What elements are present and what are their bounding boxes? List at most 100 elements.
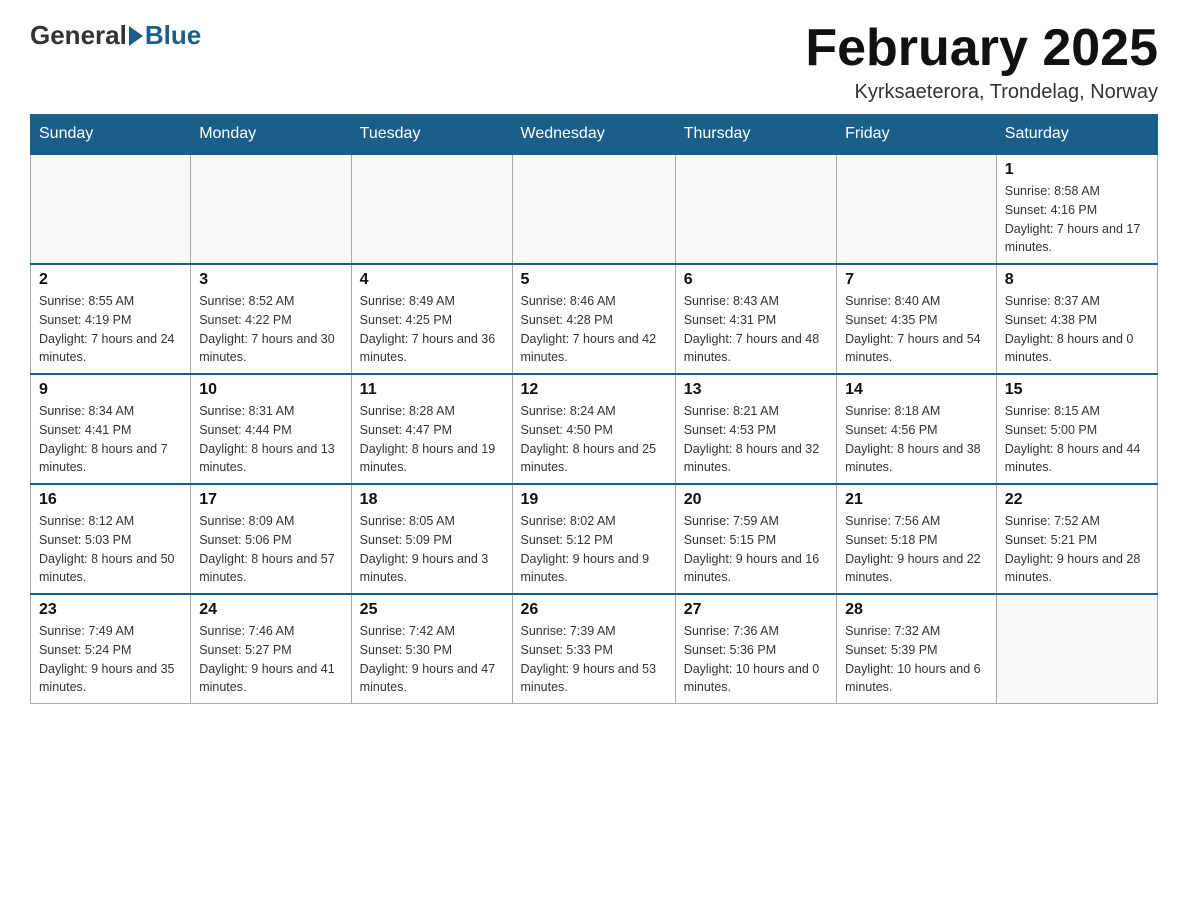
table-row: 21 Sunrise: 7:56 AMSunset: 5:18 PMDayligh…	[837, 484, 997, 594]
day-number: 2	[39, 271, 182, 289]
table-row: 23Sunrise: 7:49 AMSunset: 5:24 PMDayligh…	[31, 594, 191, 704]
day-number: 1	[1005, 161, 1149, 179]
calendar-header: Sunday Monday Tuesday Wednesday Thursday…	[31, 115, 1158, 155]
table-row: 17 Sunrise: 8:09 AMSunset: 5:06 PMDayligh…	[191, 484, 351, 594]
day-number: 16	[39, 491, 182, 509]
day-number: 18	[360, 491, 504, 509]
day-number: 13	[684, 381, 828, 399]
day-info: Sunrise: 8:02 AMSunset: 5:12 PMDaylight:…	[521, 512, 667, 587]
table-row: 28 Sunrise: 7:32 AMSunset: 5:39 PMDayligh…	[837, 594, 997, 704]
day-info: Sunrise: 7:59 AMSunset: 5:15 PMDaylight:…	[684, 512, 828, 587]
table-row: 6 Sunrise: 8:43 AMSunset: 4:31 PMDaylight…	[675, 264, 836, 374]
day-info: Sunrise: 8:52 AMSunset: 4:22 PMDaylight:…	[199, 292, 342, 367]
day-info: Sunrise: 8:46 AMSunset: 4:28 PMDaylight:…	[521, 292, 667, 367]
table-row: 11 Sunrise: 8:28 AMSunset: 4:47 PMDayligh…	[351, 374, 512, 484]
table-row: 16 Sunrise: 8:12 AMSunset: 5:03 PMDayligh…	[31, 484, 191, 594]
day-number: 21	[845, 491, 988, 509]
day-number: 20	[684, 491, 828, 509]
day-info: Sunrise: 8:55 AMSunset: 4:19 PMDaylight:…	[39, 292, 182, 367]
table-row: 24Sunrise: 7:46 AMSunset: 5:27 PMDayligh…	[191, 594, 351, 704]
day-number: 22	[1005, 491, 1149, 509]
table-row: 18 Sunrise: 8:05 AMSunset: 5:09 PMDayligh…	[351, 484, 512, 594]
day-number: 19	[521, 491, 667, 509]
table-row: 2 Sunrise: 8:55 AMSunset: 4:19 PMDaylight…	[31, 264, 191, 374]
calendar-week-row: 9Sunrise: 8:34 AMSunset: 4:41 PMDaylight…	[31, 374, 1158, 484]
day-number: 8	[1005, 271, 1149, 289]
table-row: 14 Sunrise: 8:18 AMSunset: 4:56 PMDayligh…	[837, 374, 997, 484]
day-info: Sunrise: 7:52 AMSunset: 5:21 PMDaylight:…	[1005, 512, 1149, 587]
table-row: 12 Sunrise: 8:24 AMSunset: 4:50 PMDayligh…	[512, 374, 675, 484]
day-info: Sunrise: 7:36 AMSunset: 5:36 PMDaylight:…	[684, 622, 828, 697]
table-row: 20 Sunrise: 7:59 AMSunset: 5:15 PMDayligh…	[675, 484, 836, 594]
day-info: Sunrise: 7:42 AMSunset: 5:30 PMDaylight:…	[360, 622, 504, 697]
day-info: Sunrise: 8:49 AMSunset: 4:25 PMDaylight:…	[360, 292, 504, 367]
table-row: 9Sunrise: 8:34 AMSunset: 4:41 PMDaylight…	[31, 374, 191, 484]
day-number: 15	[1005, 381, 1149, 399]
col-friday: Friday	[837, 115, 997, 155]
day-info: Sunrise: 8:15 AMSunset: 5:00 PMDaylight:…	[1005, 402, 1149, 477]
day-info: Sunrise: 7:56 AMSunset: 5:18 PMDaylight:…	[845, 512, 988, 587]
table-row	[837, 154, 997, 264]
col-saturday: Saturday	[996, 115, 1157, 155]
table-row	[31, 154, 191, 264]
day-info: Sunrise: 8:24 AMSunset: 4:50 PMDaylight:…	[521, 402, 667, 477]
day-number: 25	[360, 601, 504, 619]
day-info: Sunrise: 8:40 AMSunset: 4:35 PMDaylight:…	[845, 292, 988, 367]
day-number: 27	[684, 601, 828, 619]
table-row: 22 Sunrise: 7:52 AMSunset: 5:21 PMDayligh…	[996, 484, 1157, 594]
col-monday: Monday	[191, 115, 351, 155]
col-tuesday: Tuesday	[351, 115, 512, 155]
logo-general: General	[30, 20, 127, 51]
day-info: Sunrise: 8:58 AMSunset: 4:16 PMDaylight:…	[1005, 182, 1149, 257]
calendar-table: Sunday Monday Tuesday Wednesday Thursday…	[30, 114, 1158, 704]
location: Kyrksaeterora, Trondelag, Norway	[805, 81, 1158, 104]
table-row: 25 Sunrise: 7:42 AMSunset: 5:30 PMDayligh…	[351, 594, 512, 704]
day-number: 10	[199, 381, 342, 399]
logo-blue: Blue	[145, 20, 201, 51]
table-row: 4 Sunrise: 8:49 AMSunset: 4:25 PMDaylight…	[351, 264, 512, 374]
month-title: February 2025	[805, 20, 1158, 77]
table-row	[675, 154, 836, 264]
col-sunday: Sunday	[31, 115, 191, 155]
header-row: Sunday Monday Tuesday Wednesday Thursday…	[31, 115, 1158, 155]
table-row: 5 Sunrise: 8:46 AMSunset: 4:28 PMDaylight…	[512, 264, 675, 374]
day-info: Sunrise: 8:18 AMSunset: 4:56 PMDaylight:…	[845, 402, 988, 477]
col-thursday: Thursday	[675, 115, 836, 155]
day-number: 11	[360, 381, 504, 399]
page-header: General Blue February 2025 Kyrksaeterora…	[30, 20, 1158, 104]
day-info: Sunrise: 8:43 AMSunset: 4:31 PMDaylight:…	[684, 292, 828, 367]
day-number: 14	[845, 381, 988, 399]
day-info: Sunrise: 8:31 AMSunset: 4:44 PMDaylight:…	[199, 402, 342, 477]
table-row: 7Sunrise: 8:40 AMSunset: 4:35 PMDaylight…	[837, 264, 997, 374]
day-number: 6	[684, 271, 828, 289]
day-info: Sunrise: 8:21 AMSunset: 4:53 PMDaylight:…	[684, 402, 828, 477]
day-number: 5	[521, 271, 667, 289]
day-number: 4	[360, 271, 504, 289]
table-row: 13 Sunrise: 8:21 AMSunset: 4:53 PMDayligh…	[675, 374, 836, 484]
logo: General Blue	[30, 20, 201, 51]
day-info: Sunrise: 8:28 AMSunset: 4:47 PMDaylight:…	[360, 402, 504, 477]
table-row: 8Sunrise: 8:37 AMSunset: 4:38 PMDaylight…	[996, 264, 1157, 374]
table-row: 26Sunrise: 7:39 AMSunset: 5:33 PMDayligh…	[512, 594, 675, 704]
table-row: 27 Sunrise: 7:36 AMSunset: 5:36 PMDayligh…	[675, 594, 836, 704]
title-block: February 2025 Kyrksaeterora, Trondelag, …	[805, 20, 1158, 104]
day-number: 28	[845, 601, 988, 619]
col-wednesday: Wednesday	[512, 115, 675, 155]
day-number: 26	[521, 601, 667, 619]
day-number: 3	[199, 271, 342, 289]
day-number: 17	[199, 491, 342, 509]
day-info: Sunrise: 8:09 AMSunset: 5:06 PMDaylight:…	[199, 512, 342, 587]
table-row	[996, 594, 1157, 704]
logo-arrow-icon	[129, 26, 143, 46]
day-info: Sunrise: 7:32 AMSunset: 5:39 PMDaylight:…	[845, 622, 988, 697]
day-number: 12	[521, 381, 667, 399]
table-row: 15 Sunrise: 8:15 AMSunset: 5:00 PMDayligh…	[996, 374, 1157, 484]
calendar-week-row: 23Sunrise: 7:49 AMSunset: 5:24 PMDayligh…	[31, 594, 1158, 704]
calendar-week-row: 1 Sunrise: 8:58 AMSunset: 4:16 PMDaylight…	[31, 154, 1158, 264]
table-row: 10 Sunrise: 8:31 AMSunset: 4:44 PMDayligh…	[191, 374, 351, 484]
day-info: Sunrise: 8:05 AMSunset: 5:09 PMDaylight:…	[360, 512, 504, 587]
table-row: 1 Sunrise: 8:58 AMSunset: 4:16 PMDaylight…	[996, 154, 1157, 264]
calendar-body: 1 Sunrise: 8:58 AMSunset: 4:16 PMDaylight…	[31, 154, 1158, 704]
table-row	[512, 154, 675, 264]
day-info: Sunrise: 8:12 AMSunset: 5:03 PMDaylight:…	[39, 512, 182, 587]
